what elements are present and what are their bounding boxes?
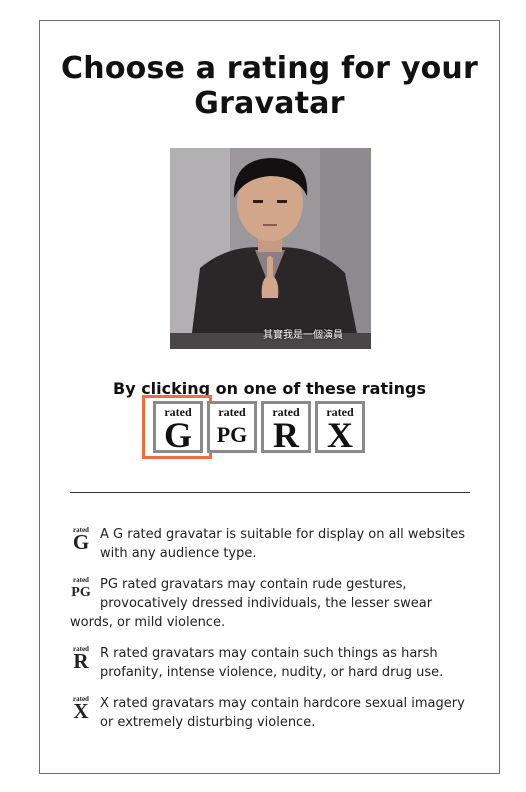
description-x: rated X X rated gravatars may contain ha… <box>70 694 474 732</box>
rating-letter-g: G <box>163 415 192 455</box>
rating-x-button[interactable]: rated X <box>315 401 365 453</box>
section-divider <box>70 492 470 493</box>
description-g: rated G A G rated gravatar is suitable f… <box>70 525 474 563</box>
instruction-text: By clicking on one of these ratings <box>113 379 426 398</box>
rated-label: rated <box>218 405 246 419</box>
rating-letter-r: R <box>273 415 299 455</box>
rating-buttons: rated G rated PG rated R rated X <box>142 395 365 459</box>
description-text: A G rated gravatar is suitable for displ… <box>100 527 466 561</box>
description-text: PG rated gravatars may contain rude gest… <box>70 577 433 630</box>
description-text: R rated gravatars may contain such thing… <box>100 646 444 680</box>
rated-g-icon: rated G <box>72 526 90 554</box>
rating-pg-button[interactable]: rated PG <box>207 401 257 453</box>
rated-r-icon: rated R <box>73 645 89 673</box>
video-subtitle: 其實我是一個演員 <box>263 330 343 341</box>
description-text: X rated gravatars may contain hardcore s… <box>100 696 465 730</box>
rating-r-button[interactable]: rated R <box>261 401 311 453</box>
description-pg: rated PG PG rated gravatars may contain … <box>70 575 474 632</box>
description-r: rated R R rated gravatars may contain su… <box>70 644 474 682</box>
rating-descriptions: rated G A G rated gravatar is suitable f… <box>70 525 474 744</box>
rated-x-icon: rated X <box>73 695 89 723</box>
gravatar-photo-illustration <box>170 148 371 349</box>
rated-pg-icon: rated PG <box>71 576 91 601</box>
rating-g-button[interactable]: rated G <box>142 395 212 459</box>
page-title: Choose a rating for your Gravatar <box>61 51 478 121</box>
rating-letter-pg: PG <box>216 422 248 447</box>
rating-letter-x: X <box>327 415 353 455</box>
gravatar-preview-image: 其實我是一個演員 <box>170 148 371 349</box>
rating-panel: Choose a rating for your Gravatar 其實我是一個… <box>39 20 500 774</box>
